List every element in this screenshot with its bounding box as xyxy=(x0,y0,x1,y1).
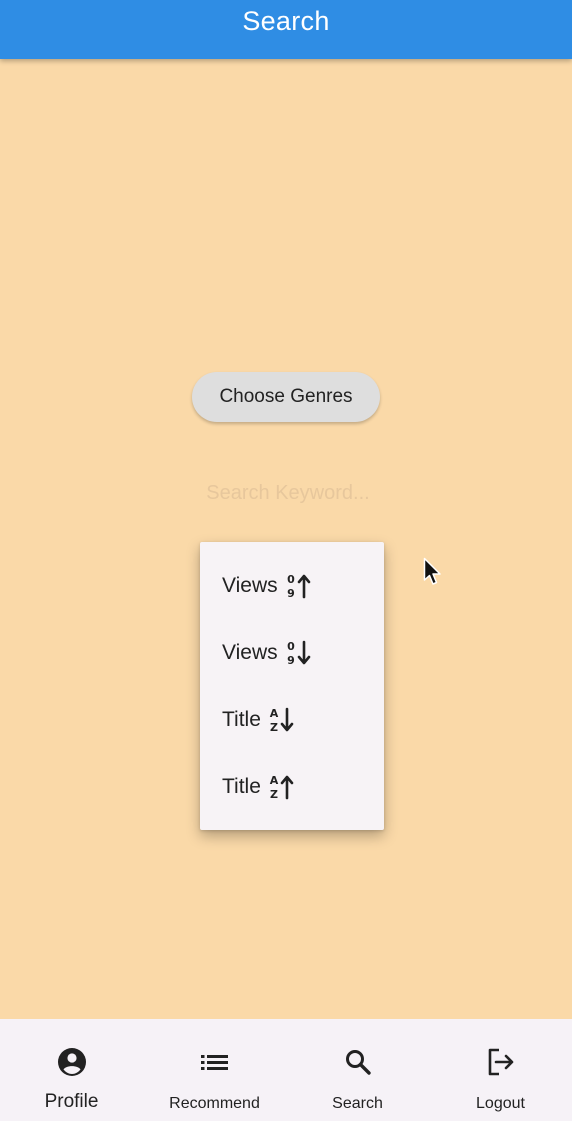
nav-item-recommend[interactable]: Recommend xyxy=(143,1019,286,1121)
sort-alpha-descending-icon: A Z xyxy=(269,705,295,735)
app-bar: Search xyxy=(0,0,572,59)
svg-text:Z: Z xyxy=(270,788,278,801)
svg-text:A: A xyxy=(270,774,279,787)
search-icon xyxy=(344,1047,372,1077)
nav-label-search: Search xyxy=(332,1095,383,1112)
sort-numeric-descending-icon: 0 9 xyxy=(286,638,312,668)
svg-text:0: 0 xyxy=(287,640,295,653)
list-icon xyxy=(200,1047,229,1077)
nav-label-profile: Profile xyxy=(44,1091,99,1112)
nav-label-recommend: Recommend xyxy=(169,1095,260,1112)
account-circle-icon xyxy=(57,1047,87,1077)
nav-item-profile[interactable]: Profile xyxy=(0,1019,143,1121)
svg-text:0: 0 xyxy=(287,573,295,586)
svg-text:9: 9 xyxy=(287,654,295,667)
choose-genres-button[interactable]: Choose Genres xyxy=(192,372,380,422)
nav-label-logout: Logout xyxy=(476,1095,525,1112)
nav-item-logout[interactable]: Logout xyxy=(429,1019,572,1121)
logout-icon xyxy=(486,1047,516,1077)
bottom-navigation: Profile Recommend Search Logout xyxy=(0,1019,572,1121)
search-keyword-input[interactable] xyxy=(150,474,426,512)
sort-title-descending-item[interactable]: Title A Z xyxy=(200,687,384,753)
menu-item-label: Title xyxy=(222,708,261,731)
svg-text:A: A xyxy=(270,707,279,720)
menu-item-label: Title xyxy=(222,775,261,798)
sort-menu: Views 0 9 Views 0 9 Title A Z Title A Z xyxy=(200,542,384,830)
sort-title-ascending-item[interactable]: Title A Z xyxy=(200,754,384,820)
page-title: Search xyxy=(242,6,330,36)
sort-numeric-ascending-icon: 0 9 xyxy=(286,571,312,601)
mouse-pointer-icon xyxy=(423,557,443,592)
sort-views-descending-item[interactable]: Views 0 9 xyxy=(200,620,384,686)
sort-alpha-ascending-icon: A Z xyxy=(269,772,295,802)
svg-text:9: 9 xyxy=(287,587,295,600)
menu-item-label: Views xyxy=(222,641,278,664)
svg-text:Z: Z xyxy=(270,721,278,734)
sort-views-ascending-item[interactable]: Views 0 9 xyxy=(200,553,384,619)
menu-item-label: Views xyxy=(222,574,278,597)
nav-item-search[interactable]: Search xyxy=(286,1019,429,1121)
